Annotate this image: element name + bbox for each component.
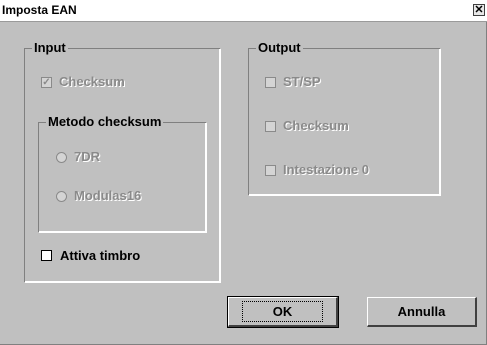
checkbox-icon (265, 165, 276, 176)
input-checksum-label: Checksum (59, 74, 126, 90)
ok-button-label: OK (241, 301, 324, 322)
close-icon[interactable]: ✕ (473, 4, 485, 16)
output-intestazione-label: Intestazione 0 (283, 162, 370, 178)
radio-modulas16[interactable]: Modulas16 (56, 188, 142, 204)
output-checksum-label: Checksum (283, 118, 350, 134)
input-group-legend: Input (32, 40, 68, 55)
radio-icon (56, 152, 67, 163)
radio-modulas16-label: Modulas16 (74, 188, 142, 204)
output-checksum-checkbox[interactable]: Checksum (265, 118, 350, 134)
title-bar[interactable]: Imposta EAN ✕ (0, 0, 487, 22)
checkbox-checked-icon: ✓ (41, 77, 52, 88)
ok-button[interactable]: OK (227, 296, 339, 328)
input-checksum-checkbox[interactable]: ✓ Checksum (41, 74, 126, 90)
output-stsp-checkbox[interactable]: ST/SP (265, 74, 322, 90)
output-intestazione-checkbox[interactable]: Intestazione 0 (265, 162, 370, 178)
attiva-timbro-checkbox[interactable]: Attiva timbro (41, 248, 140, 263)
dialog-window: Imposta EAN ✕ Input ✓ Checksum Metodo ch… (0, 0, 487, 345)
radio-7dr[interactable]: 7DR (56, 149, 101, 165)
checkbox-icon (265, 121, 276, 132)
input-group: Input ✓ Checksum Metodo checksum 7DR Mod… (24, 40, 220, 282)
cancel-button-label: Annulla (397, 304, 446, 319)
checkbox-icon (41, 250, 52, 261)
attiva-timbro-label: Attiva timbro (60, 248, 141, 263)
output-group-legend: Output (256, 40, 303, 55)
radio-7dr-label: 7DR (74, 149, 101, 165)
output-group: Output ST/SP Checksum Intestazione 0 (248, 40, 440, 195)
metodo-checksum-group: Metodo checksum 7DR Modulas16 (38, 114, 206, 232)
checkbox-icon (265, 77, 276, 88)
cancel-button[interactable]: Annulla (367, 297, 477, 327)
radio-icon (56, 191, 67, 202)
window-title: Imposta EAN (2, 3, 77, 17)
metodo-checksum-legend: Metodo checksum (46, 114, 164, 129)
output-stsp-label: ST/SP (283, 74, 322, 90)
